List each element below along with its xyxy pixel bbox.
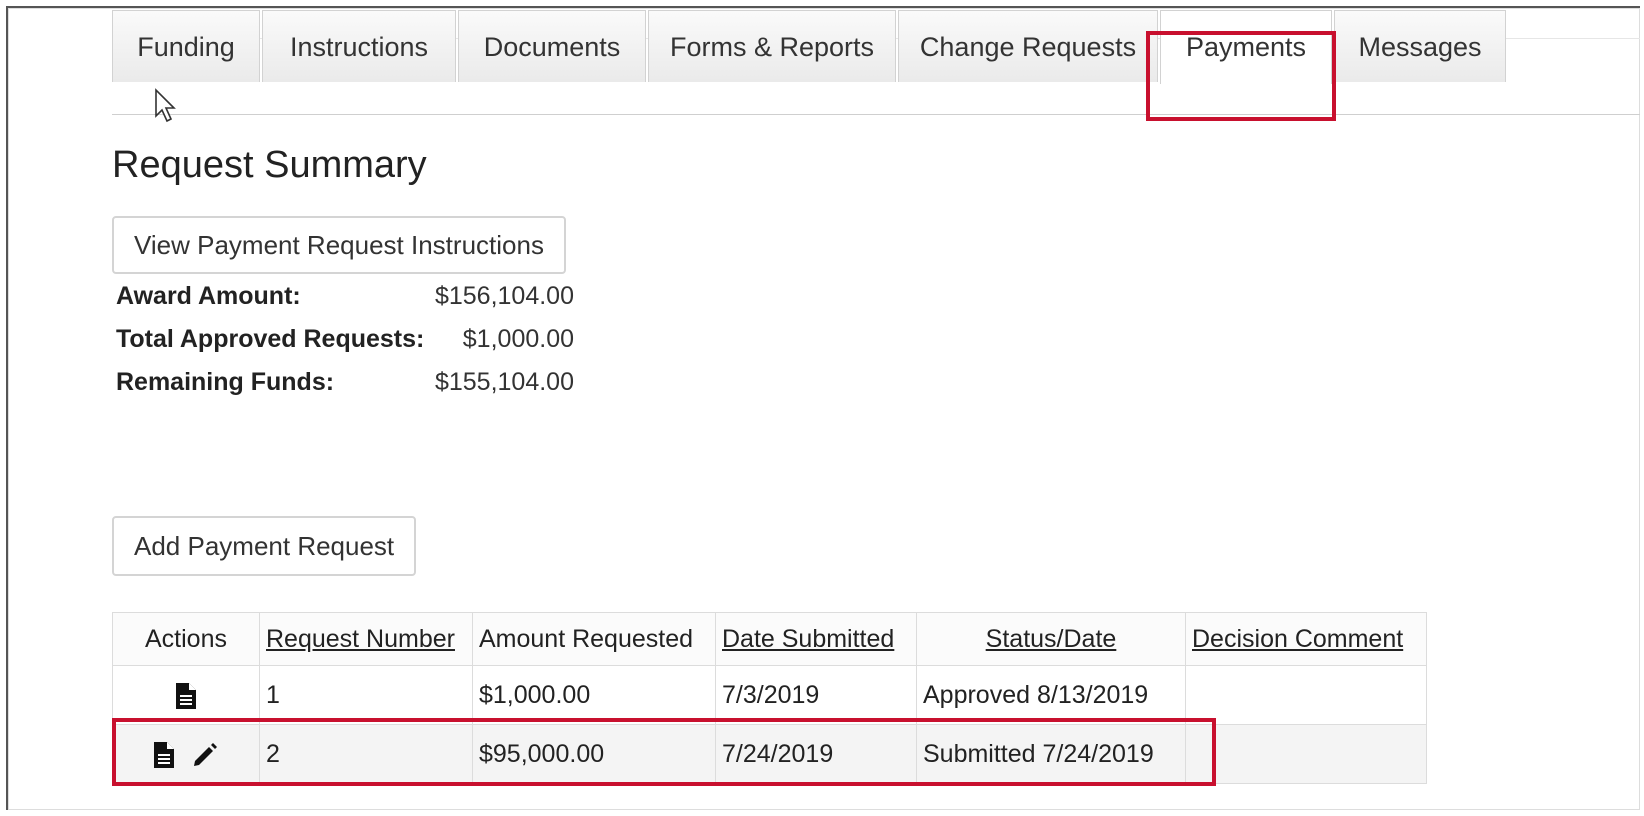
amount-requested-cell: $1,000.00 xyxy=(472,665,716,725)
column-header-request-number[interactable]: Request Number xyxy=(259,612,473,666)
total-approved-value: $1,000.00 xyxy=(462,325,574,353)
column-header-date-submitted[interactable]: Date Submitted xyxy=(715,612,917,666)
column-header-amount-requested: Amount Requested xyxy=(472,612,716,666)
add-payment-request-button[interactable]: Add Payment Request xyxy=(112,516,417,576)
date-submitted-cell: 7/3/2019 xyxy=(715,665,917,725)
mouse-cursor-icon xyxy=(155,88,176,123)
column-header-status-date[interactable]: Status/Date xyxy=(916,612,1186,666)
tab-messages[interactable]: Messages xyxy=(1334,10,1506,82)
view-payment-instructions-button[interactable]: View Payment Request Instructions xyxy=(112,216,566,274)
tab-change-requests[interactable]: Change Requests xyxy=(898,10,1158,82)
decision-comment-cell xyxy=(1185,724,1427,784)
screenshot-frame: Funding Instructions Documents Forms & R… xyxy=(6,6,1640,810)
request-number-cell: 1 xyxy=(259,665,473,725)
table-header-row: Actions Request Number Amount Requested … xyxy=(112,612,1427,666)
document-icon[interactable] xyxy=(175,682,197,710)
column-header-actions: Actions xyxy=(112,612,260,666)
submitted-row-highlight xyxy=(112,718,1216,786)
table-row: 1 $1,000.00 7/3/2019 Approved 8/13/2019 xyxy=(112,665,1427,725)
decision-comment-cell xyxy=(1185,665,1427,725)
tab-documents[interactable]: Documents xyxy=(458,10,646,82)
status-date-cell: Approved 8/13/2019 xyxy=(916,665,1186,725)
remaining-funds-value: $155,104.00 xyxy=(434,368,574,396)
column-header-decision-comment[interactable]: Decision Comment xyxy=(1185,612,1427,666)
award-amount-value: $156,104.00 xyxy=(434,282,574,310)
tab-funding[interactable]: Funding xyxy=(112,10,260,82)
row-actions xyxy=(112,665,260,725)
page-title: Request Summary xyxy=(112,144,427,186)
tab-forms-reports[interactable]: Forms & Reports xyxy=(648,10,896,82)
tab-instructions[interactable]: Instructions xyxy=(262,10,456,82)
payments-tab-highlight xyxy=(1146,31,1336,121)
